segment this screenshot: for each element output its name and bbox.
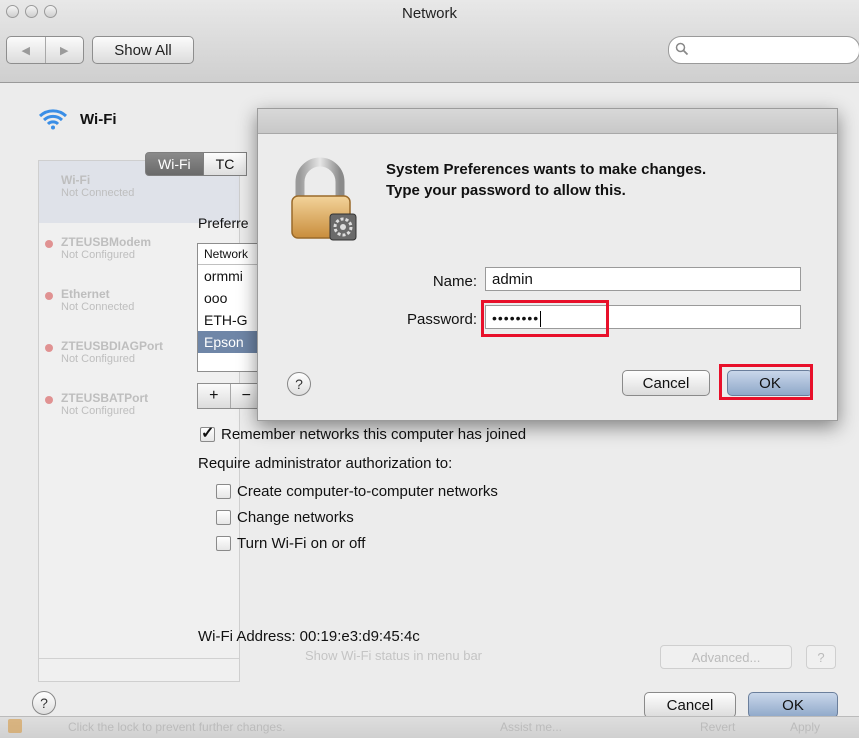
search-field[interactable] [668,36,859,64]
dialog-message-line2: Type your password to allow this. [386,182,626,199]
service-status: Not Connected [61,187,135,199]
dialog-top-bar [258,109,837,134]
preferred-networks-label: Preferre [198,215,249,231]
turn-wifi-option[interactable]: Turn Wi-Fi on or off [216,535,365,552]
change-networks-option[interactable]: Change networks [216,509,354,526]
advanced-button[interactable]: Advanced... [660,645,792,669]
create-networks-label: Create computer-to-computer networks [237,483,498,500]
turn-wifi-checkbox[interactable] [216,536,231,551]
change-networks-label: Change networks [237,509,354,526]
window-title: Network [401,5,457,22]
dialog-message: System Preferences wants to make changes… [386,159,706,201]
forward-button[interactable]: ▶ [44,37,84,63]
create-networks-option[interactable]: Create computer-to-computer networks [216,483,498,500]
name-label: Name: [432,273,477,290]
assist-button[interactable]: Assist me... [500,720,562,734]
status-dot [45,240,53,248]
main-ok-button[interactable]: OK [748,692,838,718]
show-wifi-status-option[interactable]: Show Wi-Fi status in menu bar [305,648,482,663]
text-caret [540,311,542,328]
status-dot [45,292,53,300]
dialog-ok-button[interactable]: OK [727,370,813,396]
interface-name: Wi-Fi [80,110,117,128]
status-dot [45,396,53,404]
background-help-button[interactable]: ? [806,645,836,669]
title-bar: Network ◀ ▶ Show All [0,0,859,83]
revert-button[interactable]: Revert [700,720,735,734]
padlock-icon [291,157,357,241]
interface-header: Wi-Fi [38,108,117,130]
wifi-icon [38,109,68,130]
footer-bar: Click the lock to prevent further change… [0,716,859,738]
password-label: Password: [406,311,477,328]
back-forward-control: ◀ ▶ [6,36,84,64]
main-help-button[interactable]: ? [32,691,56,715]
remember-networks-checkbox[interactable] [200,423,215,443]
add-network-button[interactable]: + [198,384,230,408]
require-admin-label: Require administrator authorization to: [198,455,453,472]
search-icon [675,42,689,56]
lock-icon[interactable] [8,719,22,733]
service-list-controls [39,658,239,681]
lock-hint-text: Click the lock to prevent further change… [68,720,286,734]
auth-dialog: System Preferences wants to make changes… [257,108,838,421]
wifi-address: Wi-Fi Address: 00:19:e3:d9:45:4c [198,628,420,645]
dialog-cancel-button[interactable]: Cancel [622,370,710,396]
dialog-message-line1: System Preferences wants to make changes… [386,161,707,178]
remember-networks-label: Remember networks this computer has join… [221,426,527,443]
status-dot [45,344,53,352]
remember-networks-option[interactable]: Remember networks this computer has join… [200,423,527,443]
back-button[interactable]: ◀ [7,37,45,63]
turn-wifi-label: Turn Wi-Fi on or off [237,535,366,552]
password-field[interactable]: •••••••• [485,305,801,329]
add-remove-control: + − [197,383,263,409]
create-networks-checkbox[interactable] [216,484,231,499]
tab-bar: Wi-Fi TC [145,152,248,176]
service-list[interactable]: Wi-Fi Not Connected ZTEUSBModem Not Conf… [38,160,240,682]
name-field[interactable]: admin [485,267,801,291]
password-value: •••••••• [492,310,540,326]
tab-tcpip[interactable]: TC [203,152,248,176]
main-cancel-button[interactable]: Cancel [644,692,736,718]
show-all-button[interactable]: Show All [92,36,194,64]
change-networks-checkbox[interactable] [216,510,231,525]
dialog-help-button[interactable]: ? [287,372,311,396]
tab-wifi[interactable]: Wi-Fi [145,152,204,176]
apply-button[interactable]: Apply [790,720,820,734]
